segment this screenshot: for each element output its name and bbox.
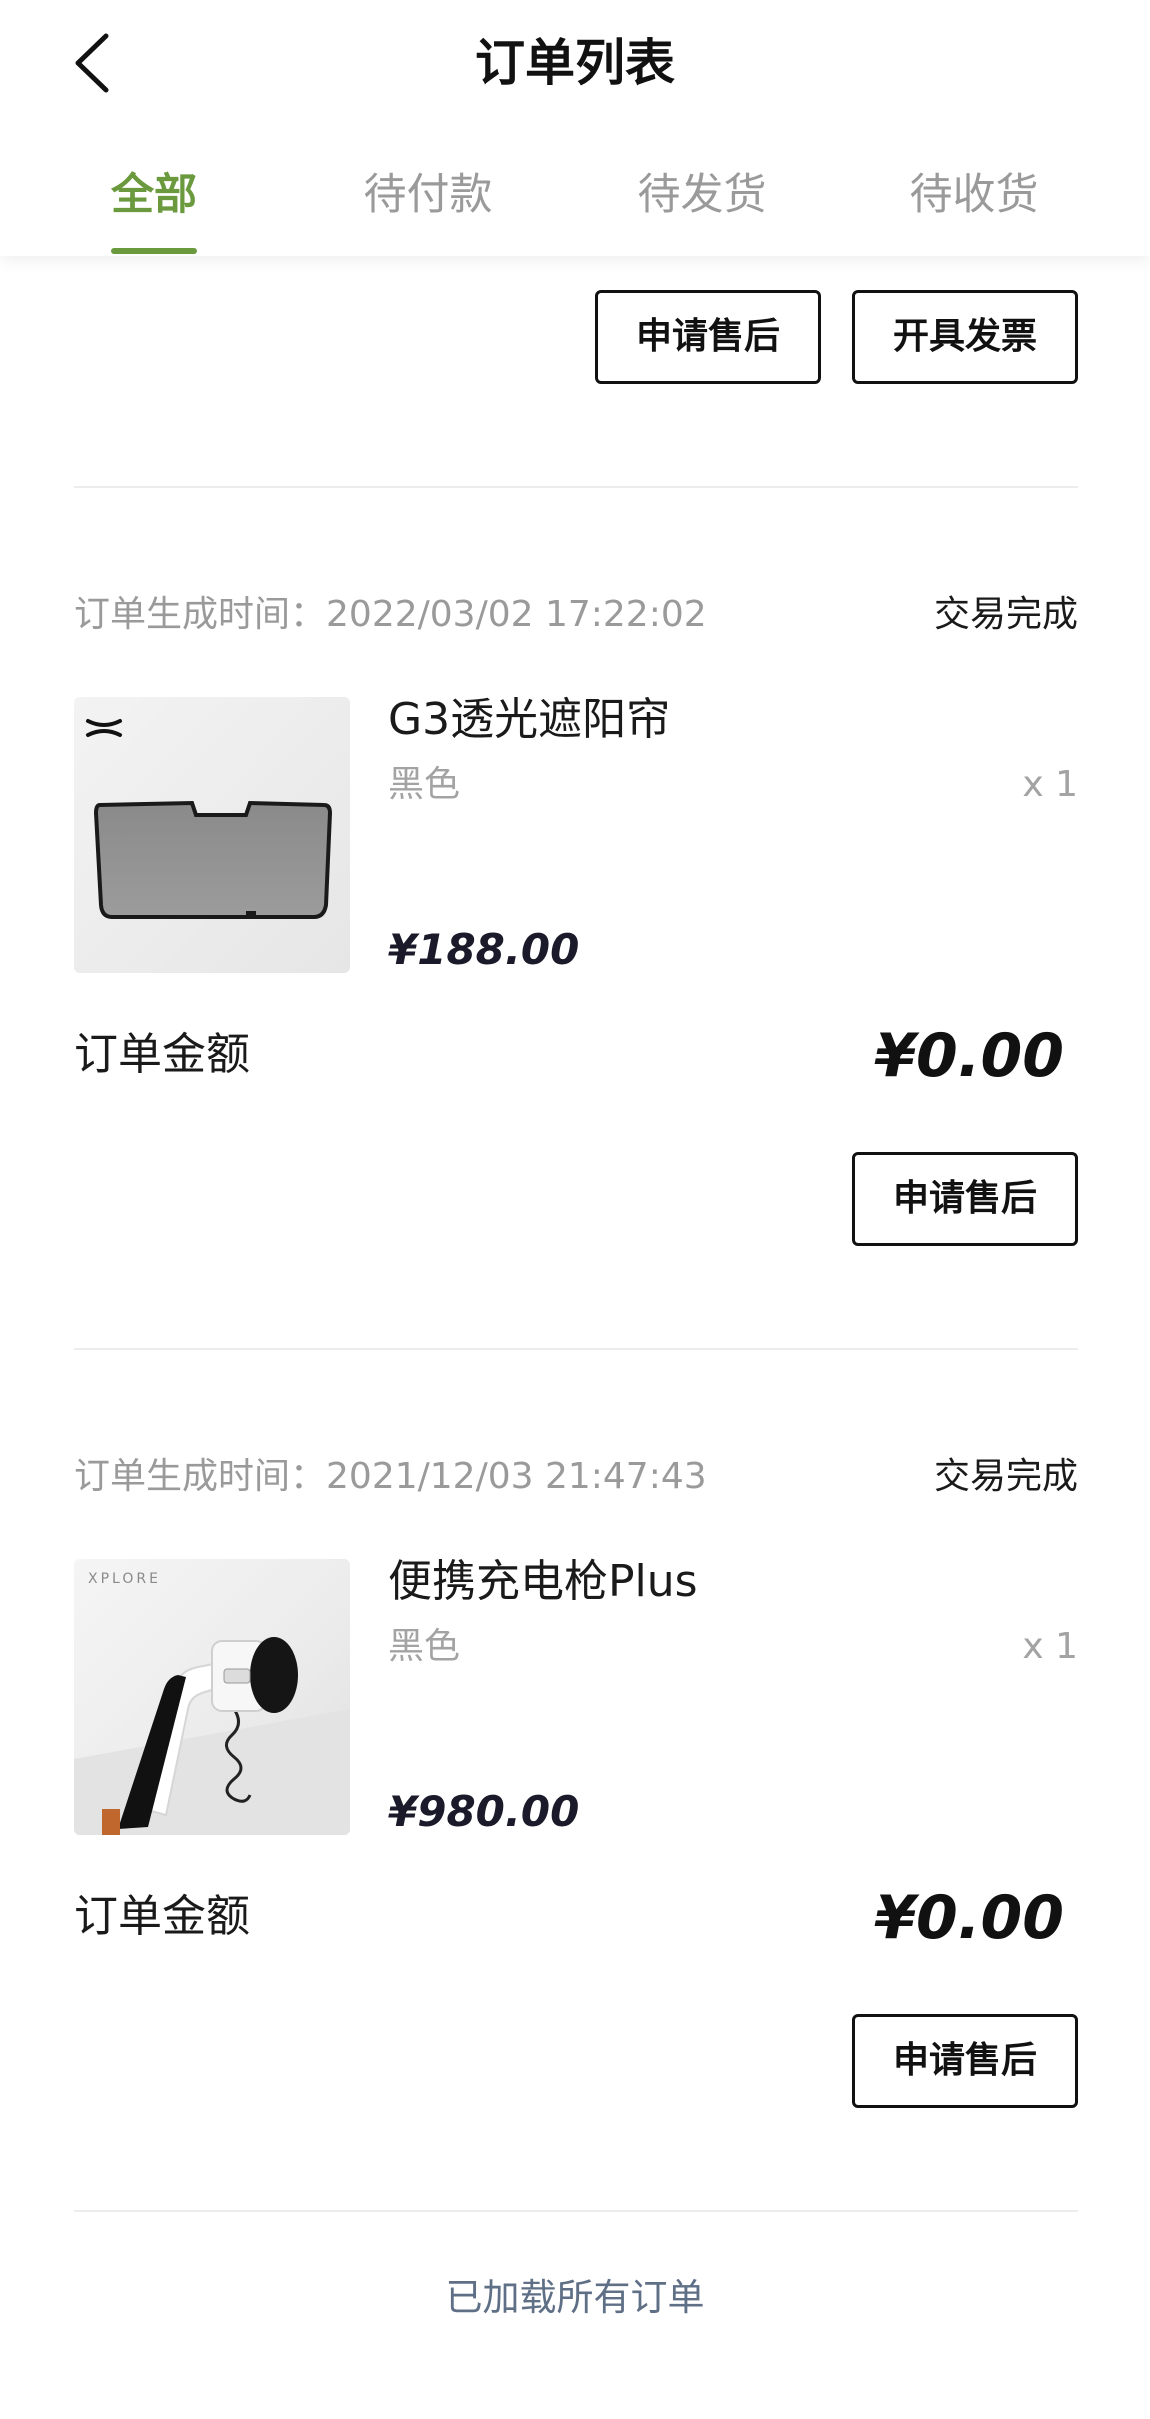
tab-label: 待收货 <box>909 170 1039 220</box>
order-status: 交易完成 <box>933 1456 1078 1497</box>
order-status: 交易完成 <box>933 594 1078 635</box>
order-time-label: 订单生成时间： <box>74 594 327 635</box>
order-amount-label: 订单金额 <box>74 1891 250 1942</box>
apply-after-sales-button[interactable]: 申请售后 <box>595 290 821 384</box>
active-tab-indicator <box>111 248 197 254</box>
product-variant: 黑色 <box>388 1626 461 1667</box>
order-time: 订单生成时间：2022/03/02 17:22:02 <box>74 590 707 640</box>
tab-label: 全部 <box>111 170 197 220</box>
product-quantity: x 1 <box>1022 764 1078 805</box>
all-orders-loaded-text: 已加载所有订单 <box>445 2276 705 2319</box>
order-time: 订单生成时间：2021/12/03 21:47:43 <box>74 1452 707 1502</box>
tab-label: 待发货 <box>637 170 767 220</box>
product-image[interactable] <box>74 697 350 973</box>
order-amount-label: 订单金额 <box>74 1029 250 1080</box>
brand-logo: XPLORE <box>88 1571 161 1587</box>
divider <box>74 486 1078 488</box>
product-name[interactable]: 便携充电枪Plus <box>388 1552 698 1612</box>
tab-bar: 全部 待付款 待发货 待收货 <box>0 160 1150 256</box>
product-quantity: x 1 <box>1022 1626 1078 1667</box>
product-name[interactable]: G3透光遮阳帘 <box>388 690 670 750</box>
apply-after-sales-button[interactable]: 申请售后 <box>852 2014 1078 2108</box>
divider <box>74 1348 1078 1350</box>
product-price: ¥980.00 <box>388 1787 580 1836</box>
issue-invoice-button[interactable]: 开具发票 <box>852 290 1078 384</box>
order-time-value: 2021/12/03 21:47:43 <box>326 1456 707 1497</box>
divider <box>74 2210 1078 2212</box>
tab-label: 待付款 <box>363 170 493 220</box>
order-time-label: 订单生成时间： <box>74 1456 327 1497</box>
order-time-value: 2022/03/02 17:22:02 <box>326 594 707 635</box>
tab-all[interactable]: 全部 <box>54 160 254 256</box>
product-image[interactable]: XPLORE <box>74 1559 350 1835</box>
page-title: 订单列表 <box>475 34 675 92</box>
header: 订单列表 全部 待付款 待发货 待收货 <box>0 0 1150 256</box>
tab-pending-payment[interactable]: 待付款 <box>328 160 528 256</box>
tab-pending-shipment[interactable]: 待发货 <box>602 160 802 256</box>
order-amount-value: ¥0.00 <box>874 1883 1064 1953</box>
apply-after-sales-button[interactable]: 申请售后 <box>852 1152 1078 1246</box>
tab-pending-receipt[interactable]: 待收货 <box>874 160 1074 256</box>
order-amount-value: ¥0.00 <box>874 1021 1064 1091</box>
product-price: ¥188.00 <box>388 925 580 974</box>
product-variant: 黑色 <box>388 764 461 805</box>
